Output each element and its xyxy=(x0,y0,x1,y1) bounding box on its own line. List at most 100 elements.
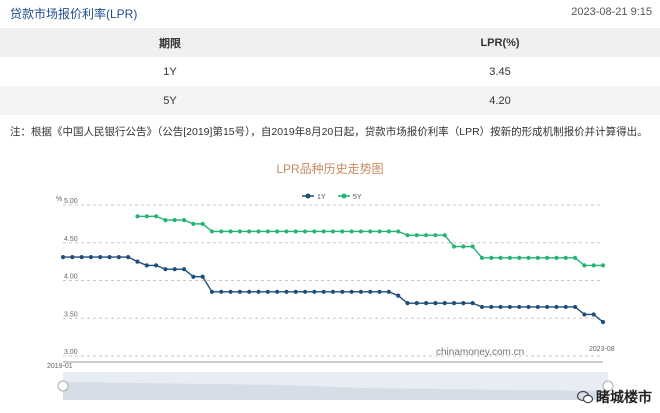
data-point-1Y xyxy=(349,289,354,294)
data-point-1Y xyxy=(479,304,485,310)
data-point-5Y xyxy=(414,233,419,238)
data-point-5Y xyxy=(479,255,485,260)
data-point-5Y xyxy=(284,229,289,234)
data-point-1Y xyxy=(228,289,233,294)
brand-text: 睹城楼市 xyxy=(596,389,652,405)
data-point-1Y xyxy=(98,254,103,260)
data-point-1Y xyxy=(163,267,168,272)
data-point-5Y xyxy=(340,229,345,234)
data-point-1Y xyxy=(247,289,252,294)
data-point-5Y xyxy=(275,229,280,234)
data-point-1Y xyxy=(256,289,261,294)
y-tick-label: 3.00 xyxy=(64,349,78,356)
data-point-1Y xyxy=(79,254,84,260)
data-point-5Y xyxy=(526,255,531,260)
data-point-1Y xyxy=(507,304,512,310)
data-point-1Y xyxy=(498,304,503,310)
data-point-1Y xyxy=(135,259,140,264)
range-handle-left xyxy=(57,380,69,392)
data-point-1Y xyxy=(405,301,410,306)
data-point-5Y xyxy=(386,229,391,234)
data-point-5Y xyxy=(154,214,159,219)
data-point-1Y xyxy=(340,289,345,294)
data-point-1Y xyxy=(433,301,438,306)
data-point-1Y xyxy=(275,289,280,294)
series-line-1Y xyxy=(63,256,604,323)
data-point-1Y xyxy=(293,289,298,294)
data-point-1Y xyxy=(545,304,550,310)
legend-marker-1Y xyxy=(305,193,311,199)
data-point-1Y xyxy=(563,304,568,310)
legend-marker-5Y xyxy=(341,193,347,199)
data-point-5Y xyxy=(219,229,224,234)
data-point-1Y xyxy=(181,267,187,272)
data-point-1Y xyxy=(330,289,336,294)
data-point-5Y xyxy=(554,255,559,260)
wechat-icon xyxy=(577,390,593,404)
y-tick-label: 5.00 xyxy=(64,198,78,205)
y-tick-label: 4.50 xyxy=(64,236,78,243)
data-point-5Y xyxy=(330,229,336,234)
data-point-5Y xyxy=(507,255,512,260)
data-point-5Y xyxy=(237,229,242,234)
data-point-5Y xyxy=(293,229,298,234)
data-point-1Y xyxy=(209,289,215,294)
data-point-5Y xyxy=(396,229,401,234)
y-axis-unit-label: % xyxy=(56,196,62,203)
data-point-5Y xyxy=(461,244,466,249)
data-point-5Y xyxy=(489,255,494,260)
brand-label: 睹城楼市 xyxy=(577,387,652,407)
x-range-end-label: 2023-08 xyxy=(589,346,615,353)
data-point-1Y xyxy=(144,263,149,268)
data-point-5Y xyxy=(181,218,187,223)
data-point-1Y xyxy=(461,301,466,306)
data-point-5Y xyxy=(349,229,354,234)
y-tick-label: 4.00 xyxy=(64,274,78,281)
data-point-1Y xyxy=(470,301,475,306)
data-point-1Y xyxy=(368,289,373,294)
data-point-1Y xyxy=(600,319,606,325)
data-point-5Y xyxy=(358,229,364,234)
data-point-1Y xyxy=(377,289,382,294)
data-point-5Y xyxy=(591,263,596,268)
data-point-1Y xyxy=(284,289,289,294)
data-point-1Y xyxy=(116,254,121,260)
data-point-5Y xyxy=(312,229,317,234)
data-point-1Y xyxy=(321,289,326,294)
x-range-start-label: 2019-01 xyxy=(47,363,73,370)
data-point-1Y xyxy=(60,254,66,260)
data-point-1Y xyxy=(526,304,531,310)
data-point-1Y xyxy=(358,289,364,294)
data-point-5Y xyxy=(377,229,382,234)
data-point-5Y xyxy=(256,229,261,234)
data-point-1Y xyxy=(517,304,522,310)
data-point-1Y xyxy=(88,254,94,260)
data-point-1Y xyxy=(191,274,196,279)
data-point-5Y xyxy=(144,214,149,219)
data-point-1Y xyxy=(591,312,596,317)
data-point-5Y xyxy=(405,233,410,238)
data-point-5Y xyxy=(535,255,540,260)
series-line-5Y xyxy=(137,215,603,267)
watermark: chinamoney.com.cn xyxy=(436,347,525,358)
data-point-5Y xyxy=(470,244,475,249)
data-point-1Y xyxy=(265,289,270,294)
data-point-5Y xyxy=(209,229,215,234)
lpr-history-chart: % 5.00 4.50 4.00 3.50 3.00 2019-01 2023-08 1Y 5Y xyxy=(47,193,615,400)
data-point-5Y xyxy=(200,221,205,226)
data-point-1Y xyxy=(489,304,494,310)
data-point-5Y xyxy=(442,233,447,238)
legend-label-1Y: 1Y xyxy=(317,194,326,201)
data-point-5Y xyxy=(368,229,373,234)
data-point-5Y xyxy=(135,214,140,219)
data-point-5Y xyxy=(172,218,177,223)
data-point-1Y xyxy=(107,254,112,260)
data-point-1Y xyxy=(386,289,391,294)
data-point-5Y xyxy=(247,229,252,234)
legend-label-5Y: 5Y xyxy=(353,194,362,201)
data-point-5Y xyxy=(517,255,522,260)
data-point-5Y xyxy=(600,263,606,268)
data-point-1Y xyxy=(312,289,317,294)
data-point-5Y xyxy=(424,233,429,238)
data-point-5Y xyxy=(433,233,438,238)
